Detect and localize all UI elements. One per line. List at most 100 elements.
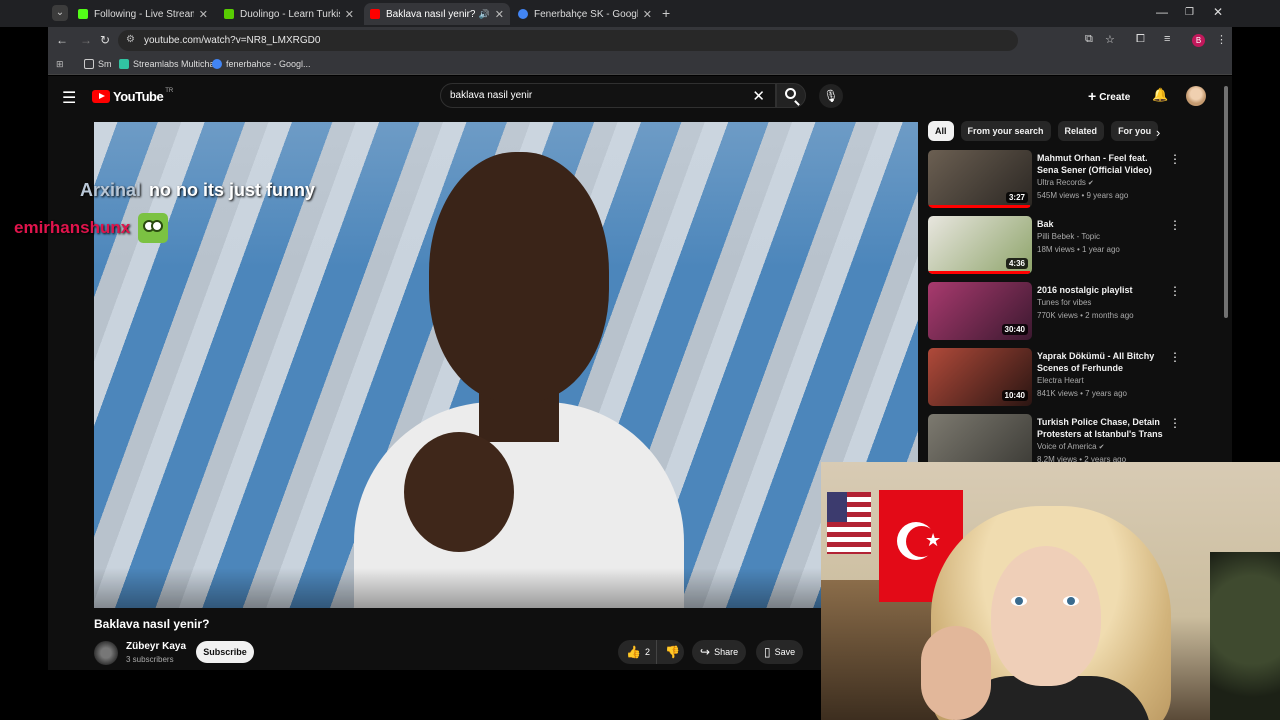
search-icon bbox=[785, 88, 796, 99]
video-thumbnail[interactable]: 10:40 bbox=[928, 348, 1032, 406]
channel-name: Pilli Bebek - Topic bbox=[1037, 232, 1100, 241]
thumbs-up-icon: 👍 bbox=[626, 645, 641, 659]
restore-icon[interactable]: ❐ bbox=[1185, 7, 1194, 18]
subscribe-button[interactable]: Subscribe bbox=[196, 641, 254, 663]
youtube-logo[interactable]: YouTube TR bbox=[92, 87, 174, 104]
chip-for-you[interactable]: For you bbox=[1111, 121, 1159, 141]
tab-kick[interactable]: Following - Live Streams on Ki ✕ bbox=[72, 3, 214, 25]
close-window-icon[interactable]: ✕ bbox=[1213, 5, 1223, 19]
voice-search-button[interactable]: 🎙 bbox=[819, 84, 843, 108]
more-options-icon[interactable]: ⋮ bbox=[1169, 152, 1181, 166]
account-avatar[interactable] bbox=[1186, 86, 1206, 106]
recommended-video[interactable]: 3:27 Mahmut Orhan - Feel feat. Sena Sener… bbox=[928, 150, 1188, 212]
channel-avatar[interactable] bbox=[94, 641, 118, 665]
recommended-video-title[interactable]: Yaprak Dökümü - All Bitchy Scenes of Fer… bbox=[1037, 350, 1165, 374]
frog-emote-icon bbox=[138, 213, 169, 243]
tab-search-button[interactable]: ⌄ bbox=[52, 5, 68, 21]
chevron-right-icon[interactable]: › bbox=[1156, 125, 1160, 140]
recommended-channel[interactable]: Pilli Bebek - Topic bbox=[1037, 232, 1100, 241]
video-thumbnail[interactable]: 30:40 bbox=[928, 282, 1032, 340]
tab-label: Fenerbahçe SK - Google Search bbox=[534, 8, 638, 20]
tab-duolingo[interactable]: Duolingo - Learn Turkish with I ✕ bbox=[218, 3, 360, 25]
minimize-icon[interactable]: — bbox=[1156, 5, 1168, 19]
notifications-bell-icon[interactable]: 🔔 bbox=[1152, 87, 1168, 103]
recommended-video-title[interactable]: Mahmut Orhan - Feel feat. Sena Sener (Of… bbox=[1037, 152, 1165, 176]
google-icon bbox=[518, 9, 528, 19]
channel-name[interactable]: Zübeyr Kaya bbox=[126, 641, 186, 652]
google-icon bbox=[212, 59, 222, 69]
close-tab-icon[interactable]: ✕ bbox=[495, 8, 504, 21]
recommended-video-title[interactable]: 2016 nostalgic playlist bbox=[1037, 284, 1165, 296]
search-input[interactable]: baklava nasil yenir ✕ bbox=[440, 83, 776, 108]
create-label: Create bbox=[1099, 92, 1131, 103]
region-code: TR bbox=[165, 87, 174, 94]
apps-grid-icon[interactable]: ⊞ bbox=[56, 59, 64, 70]
like-button[interactable]: 👍 2 bbox=[618, 640, 656, 664]
media-controls-icon[interactable]: ≡ bbox=[1164, 33, 1170, 45]
view-count-and-age: 545M views • 9 years ago bbox=[1037, 191, 1129, 200]
more-options-icon[interactable]: ⋮ bbox=[1169, 416, 1181, 430]
more-menu-icon[interactable]: ⋮ bbox=[1216, 33, 1227, 46]
view-count-and-age: 770K views • 2 months ago bbox=[1037, 311, 1134, 320]
dislike-button[interactable]: 👎 bbox=[656, 640, 684, 664]
view-count-and-age: 841K views • 7 years ago bbox=[1037, 389, 1127, 398]
video-thumbnail[interactable]: 3:27 bbox=[928, 150, 1032, 208]
bookmark-folder-sm[interactable]: Sm bbox=[84, 59, 112, 69]
close-tab-icon[interactable]: ✕ bbox=[643, 8, 652, 21]
search-query-text: baklava nasil yenir bbox=[450, 90, 533, 101]
scrollbar[interactable] bbox=[1224, 86, 1228, 318]
chip-related[interactable]: Related bbox=[1057, 121, 1105, 141]
more-options-icon[interactable]: ⋮ bbox=[1169, 284, 1181, 298]
chat-username: emirhanshunx bbox=[14, 218, 131, 237]
more-options-icon[interactable]: ⋮ bbox=[1169, 218, 1181, 232]
tab-google-search[interactable]: Fenerbahçe SK - Google Search ✕ bbox=[512, 3, 658, 25]
recommended-video-title[interactable]: Bak bbox=[1037, 218, 1165, 230]
more-options-icon[interactable]: ⋮ bbox=[1169, 350, 1181, 364]
related-filter-chips: All From your search Related For you bbox=[928, 121, 1165, 143]
new-tab-button[interactable]: + bbox=[662, 5, 670, 21]
recommended-channel[interactable]: Electra Heart bbox=[1037, 376, 1084, 385]
close-tab-icon[interactable]: ✕ bbox=[199, 8, 208, 21]
watch-progress-bar bbox=[928, 205, 1030, 208]
bookmark-star-icon[interactable]: ☆ bbox=[1105, 33, 1115, 46]
share-button[interactable]: ↪ Share bbox=[692, 640, 747, 664]
hamburger-menu-icon[interactable]: ☰ bbox=[62, 88, 76, 108]
address-bar[interactable]: ⚙ youtube.com/watch?v=NR8_LMXRGD0 bbox=[118, 30, 1018, 51]
search-button[interactable] bbox=[776, 83, 806, 108]
recommended-video[interactable]: 10:40 Yaprak Dökümü - All Bitchy Scenes o… bbox=[928, 348, 1188, 410]
chip-from-your-search[interactable]: From your search bbox=[960, 121, 1051, 141]
forward-icon[interactable]: → bbox=[80, 33, 92, 47]
speaker-icon[interactable]: 🔊 bbox=[479, 9, 490, 20]
install-app-icon[interactable]: ⧉ bbox=[1085, 33, 1093, 46]
site-info-icon[interactable]: ⚙ bbox=[126, 34, 135, 45]
bookmark-fenerbahce[interactable]: fenerbahce - Googl... bbox=[212, 59, 311, 69]
video-title: Baklava nasıl yenir? bbox=[94, 617, 210, 631]
close-tab-icon[interactable]: ✕ bbox=[345, 8, 354, 21]
recommended-video-title[interactable]: Turkish Police Chase, Detain Protesters … bbox=[1037, 416, 1165, 440]
extensions-icon[interactable]: ⧠ bbox=[1136, 33, 1145, 46]
watch-progress-bar bbox=[928, 271, 1030, 274]
recommended-video[interactable]: 30:40 2016 nostalgic playlist Tunes for vi… bbox=[928, 282, 1188, 344]
video-duration: 30:40 bbox=[1001, 324, 1028, 335]
clear-search-icon[interactable]: ✕ bbox=[752, 87, 765, 105]
url-text: youtube.com/watch?v=NR8_LMXRGD0 bbox=[144, 35, 321, 46]
chip-all[interactable]: All bbox=[928, 121, 954, 141]
back-icon[interactable]: ← bbox=[56, 33, 68, 47]
create-button[interactable]: + Create bbox=[1088, 88, 1130, 104]
tab-youtube[interactable]: Baklava nasıl yenir? - YouTu 🔊 ✕ bbox=[364, 3, 510, 25]
save-button[interactable]: ▯ Save bbox=[756, 640, 804, 664]
bookmark-streamlabs[interactable]: Streamlabs Multichat bbox=[119, 59, 217, 69]
recommended-video[interactable]: 4:36 Bak Pilli Bebek - Topic 18M views • 1 … bbox=[928, 216, 1188, 278]
chat-username: Arxinal bbox=[80, 180, 142, 200]
video-duration: 3:27 bbox=[1005, 192, 1028, 203]
reload-icon[interactable]: ↻ bbox=[100, 33, 110, 47]
thumbs-down-icon: 👎 bbox=[665, 645, 680, 659]
duolingo-icon bbox=[224, 9, 234, 19]
profile-avatar[interactable]: B bbox=[1192, 34, 1205, 47]
recommended-channel[interactable]: Voice of America ✔ bbox=[1037, 442, 1104, 451]
tab-label: Following - Live Streams on Ki bbox=[94, 8, 194, 20]
video-thumbnail[interactable]: 4:36 bbox=[928, 216, 1032, 274]
recommended-channel[interactable]: Ultra Records ✔ bbox=[1037, 178, 1094, 187]
recommended-channel[interactable]: Tunes for vibes bbox=[1037, 298, 1091, 307]
tab-strip: ⌄ Following - Live Streams on Ki ✕ Duoli… bbox=[0, 0, 1280, 27]
